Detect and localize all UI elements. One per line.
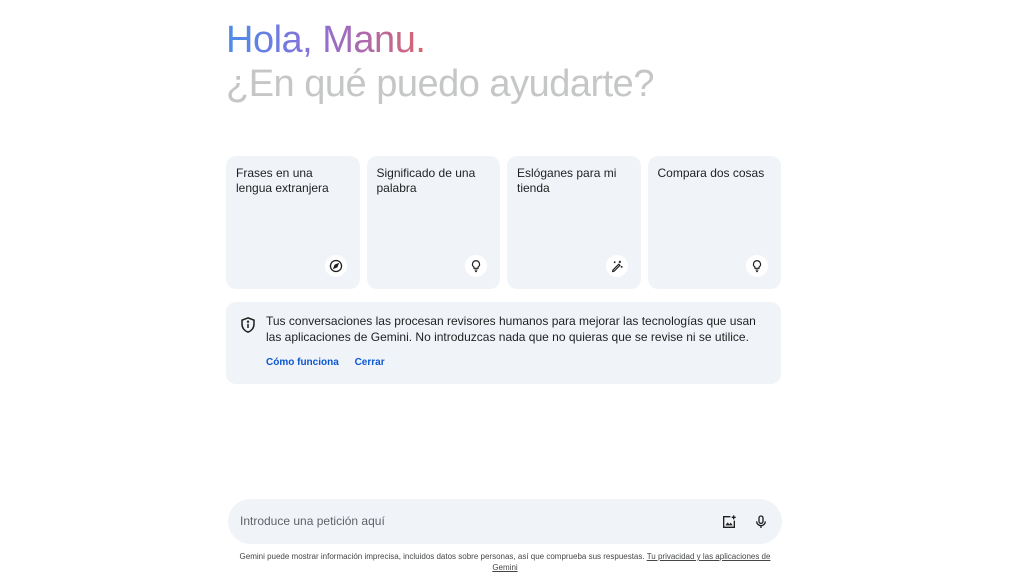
notice-text: Tus conversaciones las procesan revisore…	[266, 314, 756, 344]
close-notice-link[interactable]: Cerrar	[355, 357, 385, 368]
notice-links: Cómo funciona Cerrar	[266, 357, 398, 368]
suggestion-card-foreign-phrases[interactable]: Frases en una lengua extranjera	[226, 156, 360, 289]
disclaimer-footer: Gemini puede mostrar información impreci…	[228, 551, 782, 573]
lightbulb-icon	[465, 255, 487, 277]
subtitle-heading: ¿En qué puedo ayudarte?	[226, 63, 654, 105]
gemini-home: Hola, Manu. ¿En qué puedo ayudarte? Fras…	[0, 0, 1024, 576]
disclaimer-text: Gemini puede mostrar información impreci…	[239, 552, 645, 561]
privacy-notice: Tus conversaciones las procesan revisore…	[226, 302, 781, 384]
suggestion-card-word-meaning[interactable]: Significado de una palabra	[366, 156, 500, 289]
suggestion-card-store-slogans[interactable]: Eslóganes para mi tienda	[507, 156, 641, 289]
microphone-button[interactable]	[750, 511, 772, 533]
prompt-bar	[228, 499, 782, 544]
prompt-input[interactable]	[240, 511, 680, 531]
shield-info-icon	[239, 316, 257, 334]
add-image-icon	[723, 515, 736, 528]
suggestion-cards: Frases en una lengua extranjera Signific…	[226, 156, 781, 289]
suggestion-card-compare-things[interactable]: Compara dos cosas	[647, 156, 781, 289]
greeting-heading: Hola, Manu.	[226, 18, 426, 62]
card-text: Significado de una palabra	[376, 166, 476, 195]
card-text: Compara dos cosas	[657, 166, 765, 180]
add-image-button[interactable]	[718, 511, 740, 533]
edit-sparkle-icon	[605, 255, 628, 277]
how-it-works-link[interactable]: Cómo funciona	[266, 357, 339, 368]
lightbulb-icon	[746, 255, 768, 277]
card-text: Frases en una lengua extranjera	[236, 166, 329, 195]
compass-icon	[324, 255, 347, 277]
microphone-icon	[756, 515, 766, 528]
greeting-text: Hola, Manu.	[226, 19, 426, 61]
card-text: Eslóganes para mi tienda	[517, 166, 617, 195]
